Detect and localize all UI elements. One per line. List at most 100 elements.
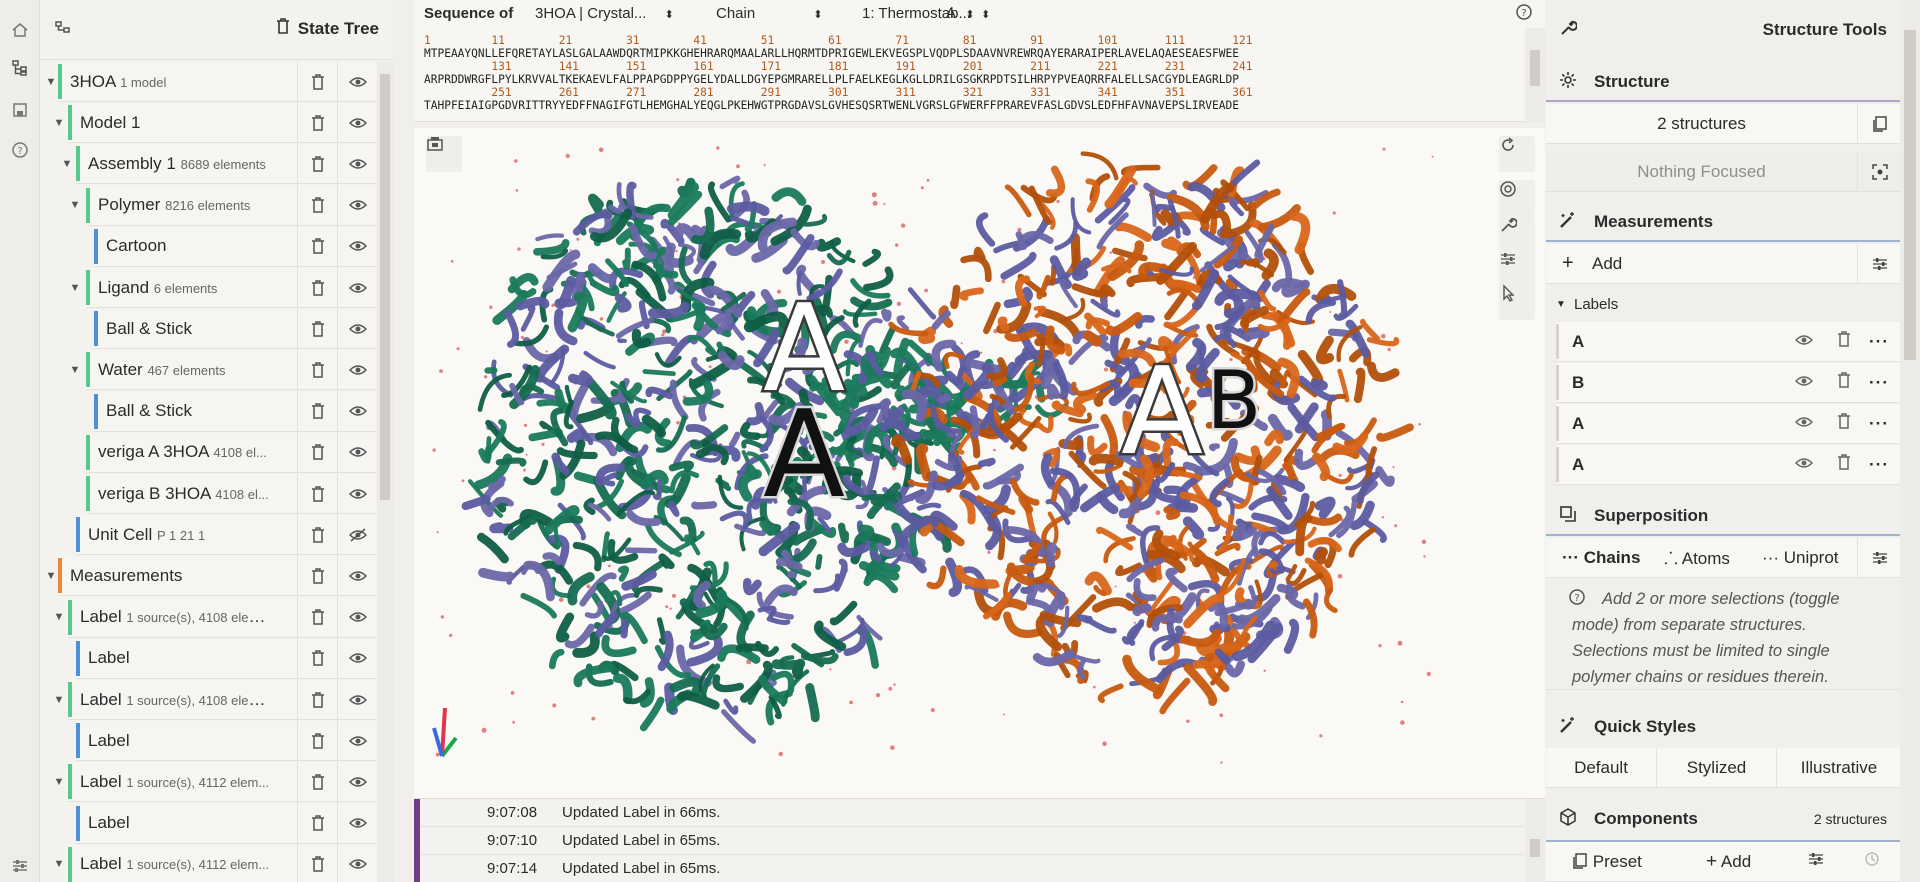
measurement-label-row[interactable]: A ··· — [1556, 322, 1901, 362]
eye-icon[interactable] — [337, 391, 377, 432]
trash-icon[interactable] — [276, 18, 290, 39]
eye-icon[interactable] — [337, 679, 377, 720]
trash-icon[interactable] — [297, 597, 337, 638]
superposition-options-icon[interactable] — [1857, 538, 1901, 578]
wrench-icon[interactable] — [1499, 216, 1535, 252]
trash-icon[interactable] — [297, 638, 337, 679]
measurements-section-header[interactable]: Measurements — [1546, 204, 1901, 242]
eye-icon[interactable] — [337, 349, 377, 390]
quick-styles-section-header[interactable]: Quick Styles — [1546, 708, 1901, 746]
trash-icon[interactable] — [297, 555, 337, 596]
tree-row[interactable]: ▼ Model 1 — [54, 102, 377, 144]
tree-row[interactable]: ▼ Assembly 1 8689 elements — [62, 143, 377, 185]
tree-row[interactable]: ▼ Label 1 source(s), 4112 elem... — [54, 844, 377, 882]
superposition-section-header[interactable]: Superposition — [1546, 498, 1901, 536]
caret-down-icon[interactable]: ▼ — [52, 694, 66, 706]
eye-icon[interactable] — [337, 308, 377, 349]
sequence-residues[interactable]: TAHPFEIAIGPGDVRITTRYYEDFFNAGIFGTLHEMGHAL… — [424, 99, 1252, 112]
trash-icon[interactable] — [297, 432, 337, 473]
log-scrollbar[interactable] — [1525, 799, 1545, 882]
tree-row[interactable]: Ball & Stick — [94, 308, 377, 350]
caret-down-icon[interactable]: ▼ — [68, 364, 82, 376]
eye-icon[interactable] — [337, 143, 377, 184]
tree-row[interactable]: ▼ Measurements — [46, 555, 377, 597]
home-icon[interactable] — [8, 18, 32, 42]
eye-icon[interactable] — [337, 638, 377, 679]
trash-icon[interactable] — [1837, 454, 1851, 475]
trash-icon[interactable] — [297, 473, 337, 514]
tree-row[interactable]: Label — [76, 720, 377, 762]
eye-icon[interactable] — [337, 597, 377, 638]
caret-down-icon[interactable]: ▼ — [52, 611, 66, 623]
measurement-label-row[interactable]: A ··· — [1556, 404, 1901, 444]
eye-icon[interactable] — [337, 720, 377, 761]
sequence-scrollbar[interactable] — [1525, 28, 1545, 122]
viewport-settings-icon[interactable] — [1499, 250, 1535, 286]
tree-row[interactable]: veriga B 3HOA 4108 el... — [86, 473, 377, 514]
help-icon[interactable]: ? — [8, 138, 32, 162]
caret-down-icon[interactable]: ▼ — [44, 76, 58, 88]
eye-icon[interactable] — [337, 844, 377, 882]
sequence-chain-select[interactable]: A ⬍ — [946, 5, 975, 22]
sequence-help-icon[interactable]: ? — [1515, 3, 1533, 25]
trash-icon[interactable] — [297, 391, 337, 432]
caret-down-icon[interactable]: ▼ — [52, 117, 66, 129]
tree-row[interactable]: Label — [76, 638, 377, 679]
reset-camera-icon[interactable] — [1499, 136, 1535, 172]
tree-row[interactable]: Label — [76, 803, 377, 844]
state-tree-icon[interactable] — [8, 56, 32, 80]
tree-row[interactable]: veriga A 3HOA 4108 el... — [86, 432, 377, 473]
eye-icon[interactable] — [337, 267, 377, 308]
measurement-label-row[interactable]: A ··· — [1556, 445, 1901, 485]
settings-sliders-icon[interactable] — [8, 854, 32, 878]
caret-down-icon[interactable]: ▼ — [60, 158, 74, 170]
eye-icon[interactable] — [337, 61, 377, 102]
tree-row[interactable]: ▼ Label 1 source(s), 4112 elem... — [54, 761, 377, 803]
tree-row[interactable]: ▼ Water 467 elements — [70, 349, 377, 391]
components-add-button[interactable]: + Add — [1706, 851, 1751, 873]
eye-slash-icon[interactable] — [337, 514, 377, 555]
caret-down-icon[interactable]: ▼ — [52, 858, 66, 870]
trash-icon[interactable] — [297, 761, 337, 802]
tree-view-icon[interactable] — [54, 20, 72, 43]
style-stylized-button[interactable]: Stylized — [1656, 747, 1776, 788]
eye-icon[interactable] — [1794, 455, 1814, 475]
eye-icon[interactable] — [337, 226, 377, 267]
caret-down-icon[interactable]: ▼ — [52, 776, 66, 788]
style-illustrative-button[interactable]: Illustrative — [1776, 747, 1901, 788]
sequence-entry-select[interactable]: 3HOA | Crystal... ⬍ — [535, 5, 674, 22]
save-icon[interactable] — [8, 98, 32, 122]
eye-icon[interactable] — [337, 473, 377, 514]
3d-viewport[interactable]: A A A B — [414, 128, 1545, 798]
structure-list-button[interactable] — [1857, 104, 1901, 144]
more-options-icon[interactable]: ··· — [1869, 414, 1889, 434]
trash-icon[interactable] — [1837, 331, 1851, 352]
sequence-residues[interactable]: ARPRDDWRGFLPYLKRVVALTKEKAEVLFALPPAPGDPPY… — [424, 73, 1252, 86]
trash-icon[interactable] — [297, 720, 337, 761]
tab-uniprot[interactable]: ··· Uniprot — [1762, 548, 1839, 568]
measurements-options-icon[interactable] — [1857, 244, 1901, 284]
trash-icon[interactable] — [297, 803, 337, 844]
measurements-add-row[interactable]: + Add — [1546, 244, 1901, 284]
eye-icon[interactable] — [337, 185, 377, 226]
sequence-residues[interactable]: MTPEAAYQNLLEFQRETAYLASLGALAAWDQRTMIPKKGH… — [424, 47, 1252, 60]
trash-icon[interactable] — [297, 349, 337, 390]
history-icon[interactable] — [1864, 851, 1880, 872]
components-section-header[interactable]: Components 2 structures — [1546, 800, 1901, 838]
eye-icon[interactable] — [1794, 414, 1814, 434]
tree-row[interactable]: ▼ Label 1 source(s), 4108 elem... — [54, 679, 377, 720]
caret-down-icon[interactable]: ▼ — [68, 199, 82, 211]
more-options-icon[interactable]: ··· — [1869, 455, 1889, 475]
state-tree-scrollbar[interactable] — [377, 62, 393, 882]
selection-mode-icon[interactable] — [1499, 284, 1535, 320]
tree-row[interactable]: ▼ Label 1 source(s), 4108 elem... — [54, 597, 377, 638]
tree-row[interactable]: Cartoon — [94, 226, 377, 267]
tree-row[interactable]: ▼ Polymer 8216 elements — [70, 185, 377, 226]
trash-icon[interactable] — [297, 226, 337, 267]
eye-icon[interactable] — [337, 761, 377, 802]
tab-chains[interactable]: ··· Chains — [1562, 548, 1640, 568]
trash-icon[interactable] — [297, 679, 337, 720]
tree-row[interactable]: ▼ Ligand 6 elements — [70, 267, 377, 308]
structure-section-header[interactable]: Structure — [1546, 64, 1901, 102]
eye-icon[interactable] — [337, 432, 377, 473]
